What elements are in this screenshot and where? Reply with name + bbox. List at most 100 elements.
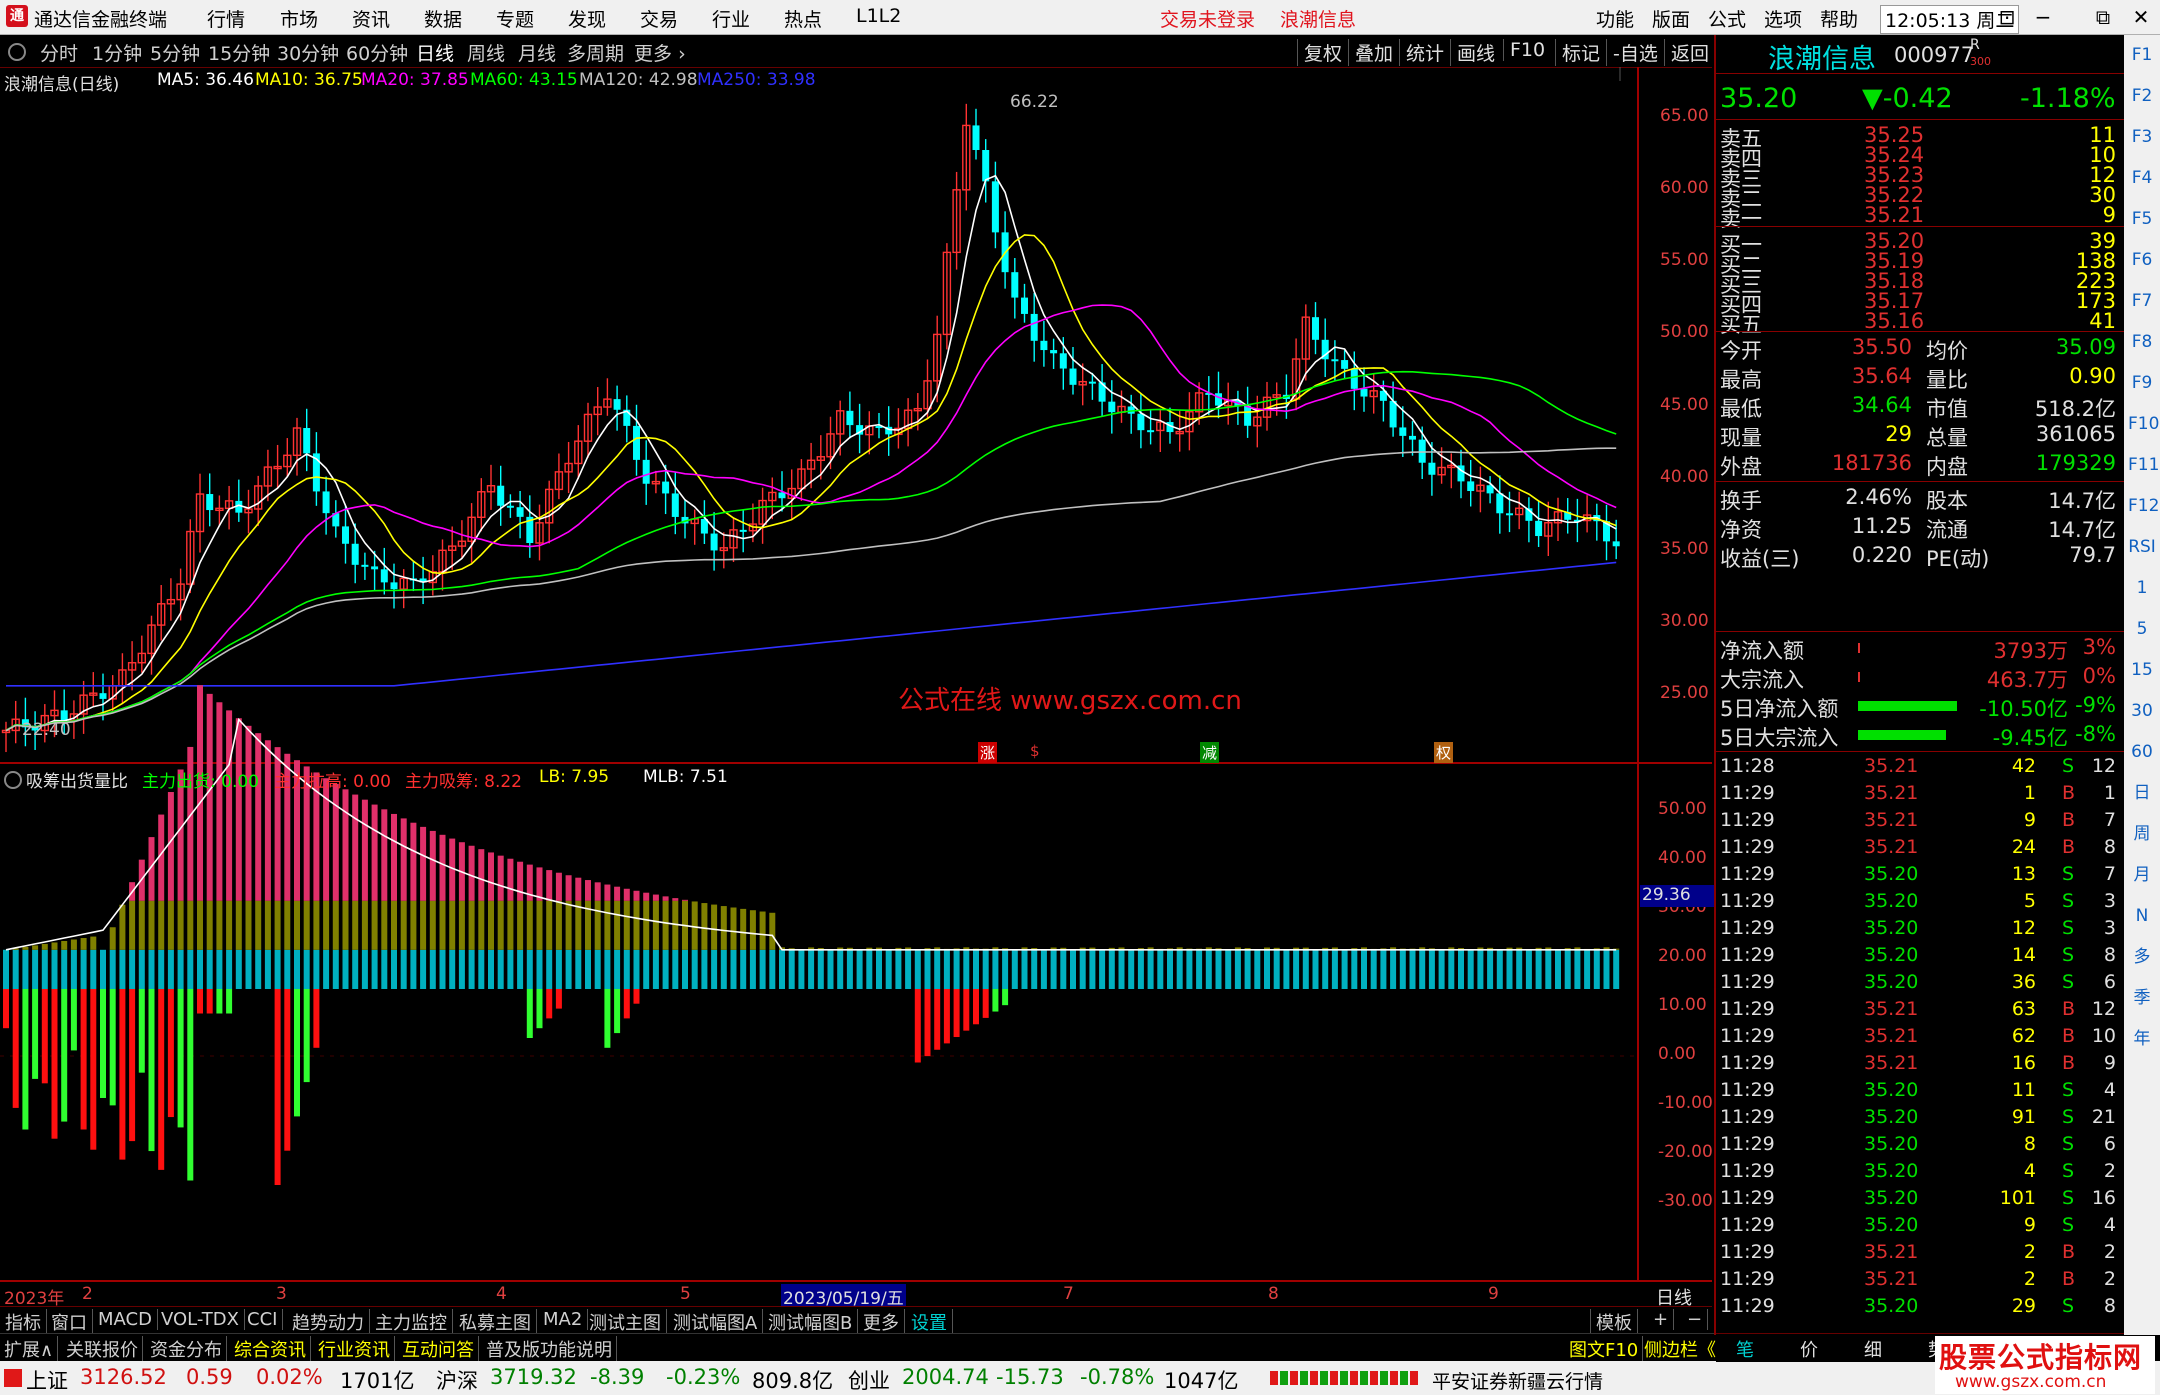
tool-rights-adjust[interactable]: 复权 bbox=[1297, 39, 1342, 66]
minimize-icon[interactable]: − bbox=[2026, 2, 2060, 32]
tab-test-main[interactable]: 测试主图 bbox=[584, 1309, 667, 1335]
period-weekly[interactable]: 周线 bbox=[467, 39, 505, 66]
event-mark[interactable]: 减 bbox=[1200, 742, 1220, 763]
remove-tab-button[interactable]: − bbox=[1682, 1309, 1709, 1330]
menu-item-formula[interactable]: 公式 bbox=[1708, 5, 1746, 32]
tab-indicator[interactable]: 指标 bbox=[0, 1309, 47, 1335]
index-sh-name[interactable]: 上证 bbox=[26, 1365, 68, 1395]
event-mark[interactable]: 权 bbox=[1434, 742, 1454, 763]
side-tool-icon[interactable]: F9 bbox=[2128, 369, 2156, 397]
side-tool-icon[interactable]: 5 bbox=[2128, 615, 2156, 643]
period-intraday[interactable]: 分时 bbox=[40, 39, 78, 66]
menu-item-layout[interactable]: 版面 bbox=[1652, 5, 1690, 32]
tool-statistics[interactable]: 统计 bbox=[1399, 39, 1444, 66]
menu-item-news[interactable]: 资讯 bbox=[352, 5, 390, 32]
menu-item-hot[interactable]: 热点 bbox=[784, 5, 822, 32]
tab-news[interactable]: 综合资讯 bbox=[230, 1336, 311, 1362]
menu-item-topics[interactable]: 专题 bbox=[496, 5, 534, 32]
tab-f10-graphic[interactable]: 图文F10 bbox=[1565, 1336, 1644, 1362]
menu-grid-icon[interactable]: ⊡ bbox=[1990, 2, 2024, 32]
expand-icon[interactable] bbox=[8, 43, 26, 61]
add-tab-button[interactable]: + bbox=[1648, 1309, 1675, 1330]
tab-expand[interactable]: 扩展∧ bbox=[0, 1336, 59, 1362]
ask-price[interactable]: 35.21 bbox=[1864, 203, 1924, 227]
side-tool-icon[interactable]: F10 bbox=[2128, 410, 2159, 438]
tab-main-monitor[interactable]: 主力监控 bbox=[370, 1309, 453, 1335]
side-tool-icon[interactable]: F5 bbox=[2128, 205, 2156, 233]
index-hs-name[interactable]: 沪深 bbox=[436, 1365, 478, 1395]
index-cy-name[interactable]: 创业 bbox=[848, 1365, 890, 1395]
tool-mark[interactable]: 标记 bbox=[1555, 39, 1600, 66]
tab-vol-tdx[interactable]: VOL-TDX bbox=[156, 1309, 245, 1330]
side-tool-icon[interactable]: N bbox=[2128, 902, 2156, 930]
tool-back[interactable]: 返回 bbox=[1664, 39, 1709, 66]
side-tool-icon[interactable]: F7 bbox=[2128, 287, 2156, 315]
menu-item-trade[interactable]: 交易 bbox=[640, 5, 678, 32]
menu-item-l1l2[interactable]: L1L2 bbox=[856, 5, 901, 27]
menu-item-discover[interactable]: 发现 bbox=[568, 5, 606, 32]
tool-f10[interactable]: F10 bbox=[1503, 39, 1545, 61]
side-tool-icon[interactable]: 1 bbox=[2128, 574, 2156, 602]
tab-ticks[interactable]: 笔 bbox=[1736, 1336, 1754, 1362]
period-monthly[interactable]: 月线 bbox=[518, 39, 556, 66]
tool-overlay[interactable]: 叠加 bbox=[1348, 39, 1393, 66]
menu-item-industry[interactable]: 行业 bbox=[712, 5, 750, 32]
tab-ma2[interactable]: MA2 bbox=[538, 1309, 589, 1330]
restore-icon[interactable]: ⧉ bbox=[2086, 2, 2120, 32]
side-tool-icon[interactable]: 月 bbox=[2128, 861, 2156, 889]
menu-item-help[interactable]: 帮助 bbox=[1820, 5, 1858, 32]
period-1min[interactable]: 1分钟 bbox=[92, 39, 142, 66]
current-stock-name[interactable]: 浪潮信息 bbox=[1280, 5, 1356, 32]
chart-area[interactable] bbox=[0, 67, 1712, 1306]
tab-test-sub-a[interactable]: 测试幅图A bbox=[668, 1309, 764, 1335]
bid-price[interactable]: 35.16 bbox=[1864, 309, 1924, 333]
menu-item-data[interactable]: 数据 bbox=[424, 5, 462, 32]
side-tool-icon[interactable]: 季 bbox=[2128, 984, 2156, 1012]
menu-item-quotes[interactable]: 行情 bbox=[207, 5, 245, 32]
tab-template[interactable]: 模板 bbox=[1590, 1309, 1638, 1335]
period-15min[interactable]: 15分钟 bbox=[208, 39, 270, 66]
tab-sidebar[interactable]: 侧边栏《 bbox=[1640, 1336, 1721, 1362]
menu-item-options[interactable]: 选项 bbox=[1764, 5, 1802, 32]
tab-detail[interactable]: 细 bbox=[1864, 1336, 1882, 1362]
event-mark[interactable]: 涨 bbox=[978, 742, 998, 763]
side-tool-icon[interactable]: 多 bbox=[2128, 943, 2156, 971]
side-tool-icon[interactable]: 日 bbox=[2128, 779, 2156, 807]
indicator-settings-icon[interactable] bbox=[4, 771, 22, 789]
tab-industry-news[interactable]: 行业资讯 bbox=[314, 1336, 395, 1362]
period-more[interactable]: 更多 › bbox=[634, 39, 686, 66]
side-tool-icon[interactable]: 周 bbox=[2128, 820, 2156, 848]
menu-item-function[interactable]: 功能 bbox=[1596, 5, 1634, 32]
tab-price[interactable]: 价 bbox=[1800, 1336, 1818, 1362]
side-tool-icon[interactable]: F1 bbox=[2128, 41, 2156, 69]
side-tool-icon[interactable]: F3 bbox=[2128, 123, 2156, 151]
tab-fund-distribution[interactable]: 资金分布 bbox=[146, 1336, 227, 1362]
tab-cci[interactable]: CCI bbox=[242, 1309, 284, 1330]
side-tool-icon[interactable]: F6 bbox=[2128, 246, 2156, 274]
tab-private-main[interactable]: 私募主图 bbox=[454, 1309, 537, 1335]
period-5min[interactable]: 5分钟 bbox=[150, 39, 200, 66]
event-mark[interactable]: $ bbox=[1030, 742, 1040, 760]
tool-watchlist[interactable]: -自选 bbox=[1606, 39, 1658, 66]
period-daily[interactable]: 日线 bbox=[416, 39, 454, 66]
side-tool-icon[interactable]: F12 bbox=[2128, 492, 2159, 520]
side-tool-icon[interactable]: F8 bbox=[2128, 328, 2156, 356]
tab-test-sub-b[interactable]: 测试幅图B bbox=[763, 1309, 859, 1335]
tool-drawing[interactable]: 画线 bbox=[1450, 39, 1495, 66]
tab-qa[interactable]: 互动问答 bbox=[398, 1336, 479, 1362]
period-30min[interactable]: 30分钟 bbox=[277, 39, 339, 66]
side-tool-icon[interactable]: 60 bbox=[2128, 738, 2156, 766]
login-status[interactable]: 交易未登录 bbox=[1160, 5, 1255, 32]
side-tool-icon[interactable]: F4 bbox=[2128, 164, 2156, 192]
close-icon[interactable]: ✕ bbox=[2124, 2, 2158, 32]
tab-macd[interactable]: MACD bbox=[93, 1309, 158, 1330]
side-tool-icon[interactable]: RSI bbox=[2128, 533, 2156, 561]
tab-settings[interactable]: 设置 bbox=[906, 1309, 953, 1335]
tab-trend-power[interactable]: 趋势动力 bbox=[287, 1309, 370, 1335]
side-tool-icon[interactable]: F11 bbox=[2128, 451, 2159, 479]
side-tool-icon[interactable]: 15 bbox=[2128, 656, 2156, 684]
tab-edition-notes[interactable]: 普及版功能说明 bbox=[482, 1336, 617, 1362]
period-multi[interactable]: 多周期 bbox=[567, 39, 624, 66]
side-tool-icon[interactable]: 30 bbox=[2128, 697, 2156, 725]
tab-related-quotes[interactable]: 关联报价 bbox=[62, 1336, 143, 1362]
